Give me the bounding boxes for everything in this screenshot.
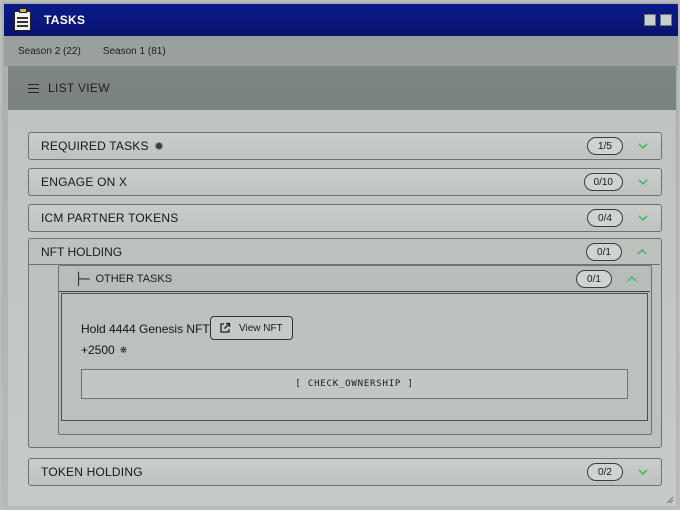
chevron-down-icon[interactable]: [637, 176, 649, 188]
progress-badge: 1/5: [587, 137, 623, 155]
season-tabs: Season 2 (22) Season 1 (81): [4, 36, 678, 66]
progress-badge: 0/1: [576, 270, 612, 288]
task-group-required[interactable]: REQUIRED TASKS 1/5: [28, 132, 662, 160]
hamburger-menu-icon: [28, 83, 39, 93]
task-group-engage[interactable]: ENGAGE ON X 0/10: [28, 168, 662, 196]
window-title: TASKS: [44, 13, 86, 27]
title-bar[interactable]: TASKS: [4, 4, 678, 36]
subgroup-label: OTHER TASKS: [95, 272, 173, 285]
minimize-button[interactable]: [644, 14, 656, 26]
progress-badge: 0/1: [586, 243, 622, 261]
view-label: LIST VIEW: [48, 81, 110, 95]
task-group-label: REQUIRED TASKS: [41, 139, 149, 153]
task-group-label: NFT HOLDING: [41, 244, 123, 259]
task-list: REQUIRED TASKS 1/5 ENGAGE ON X 0/10 ICM …: [8, 110, 676, 506]
task-group-nft: NFT HOLDING 0/1 ├─ OTHER TASKS 0/1 Hold …: [28, 238, 662, 448]
chevron-up-icon[interactable]: [626, 273, 638, 285]
tasks-window: TASKS Season 2 (22) Season 1 (81) LIST V…: [0, 0, 680, 510]
chevron-down-icon[interactable]: [637, 140, 649, 152]
progress-badge: 0/4: [587, 209, 623, 227]
tab-season-2[interactable]: Season 2 (22): [18, 46, 81, 57]
maximize-button[interactable]: [660, 14, 672, 26]
task-group-icm[interactable]: ICM PARTNER TOKENS 0/4: [28, 204, 662, 232]
tab-season-1[interactable]: Season 1 (81): [103, 46, 166, 57]
task-title: Hold 4444 Genesis NFT: [81, 322, 210, 336]
chevron-down-icon[interactable]: [637, 466, 649, 478]
check-ownership-button[interactable]: [ CHECK_OWNERSHIP ]: [81, 369, 628, 399]
points-icon: ❋: [119, 344, 128, 355]
progress-badge: 0/2: [587, 463, 623, 481]
subgroup-header[interactable]: ├─ OTHER TASKS 0/1: [59, 266, 650, 292]
chevron-down-icon[interactable]: [637, 212, 649, 224]
tree-branch-icon: ├─: [75, 271, 90, 286]
status-dot-icon: [155, 143, 162, 149]
task-group-label: TOKEN HOLDING: [41, 465, 143, 479]
task-group-label: ENGAGE ON X: [41, 175, 128, 189]
view-nft-label: View NFT: [239, 322, 283, 334]
reward: +2500 ❋: [81, 343, 127, 357]
progress-badge: 0/10: [583, 173, 623, 191]
task-group-label: ICM PARTNER TOKENS: [41, 211, 179, 225]
task-group-token[interactable]: TOKEN HOLDING 0/2: [28, 458, 662, 486]
task-item: Hold 4444 Genesis NFT View NFT +2500 ❋ […: [61, 293, 648, 421]
clipboard-icon: [12, 8, 34, 32]
task-group-header[interactable]: NFT HOLDING 0/1: [29, 239, 660, 265]
external-link-icon: [220, 322, 231, 333]
reward-points: +2500: [81, 343, 115, 357]
chevron-up-icon[interactable]: [636, 246, 648, 258]
view-nft-button[interactable]: View NFT: [210, 316, 293, 340]
list-view-toggle[interactable]: LIST VIEW: [8, 66, 676, 110]
subgroup-other-tasks: ├─ OTHER TASKS 0/1 Hold 4444 Genesis NFT…: [58, 265, 652, 435]
resize-grip-icon[interactable]: [666, 496, 674, 504]
